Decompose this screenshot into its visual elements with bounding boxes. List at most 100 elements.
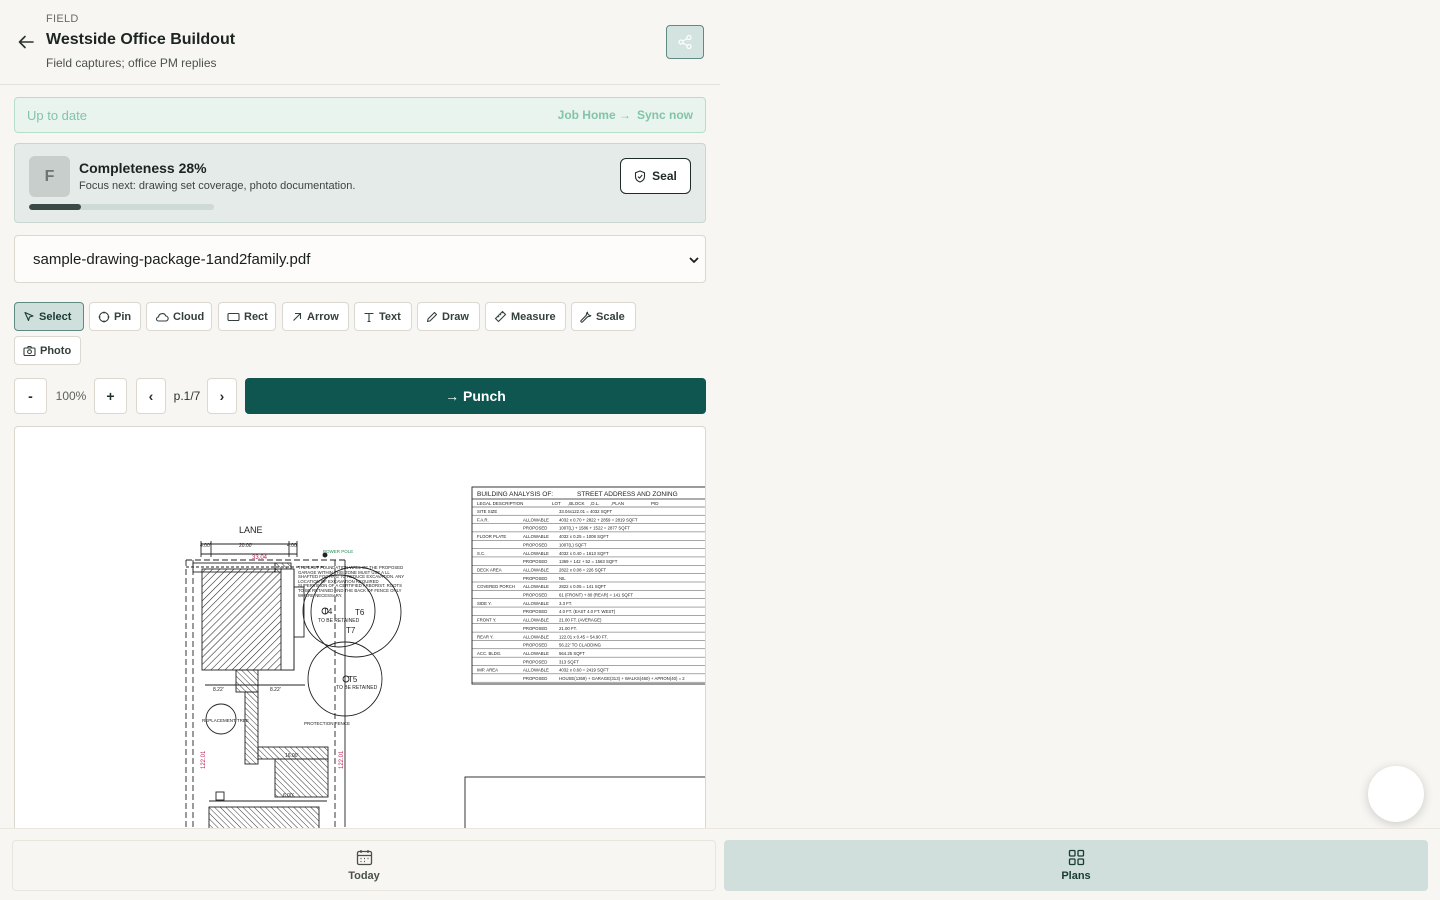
table-cell: PROPOSED (523, 559, 547, 564)
tool-rect[interactable]: Rect (218, 302, 276, 331)
arrow-icon (293, 312, 302, 321)
tool-draw[interactable]: Draw (417, 302, 480, 331)
sync-now-link[interactable]: Sync now (637, 108, 693, 122)
zoom-out-button[interactable]: - (14, 378, 47, 414)
tool-text[interactable]: Text (354, 302, 412, 331)
pin-icon (98, 311, 110, 322)
table-cell: PROPOSED (523, 643, 547, 648)
page-header: FIELD Westside Office Buildout Field cap… (0, 0, 720, 85)
page-subtitle: Field captures; office PM replies (46, 56, 217, 70)
tool-measure[interactable]: Measure (485, 302, 566, 331)
tab-today[interactable]: Today (12, 840, 716, 891)
protection-fence-label: PROTECTION FENCE (304, 721, 350, 726)
tool-label: Select (39, 310, 72, 323)
table-cell: 1369 + 142 + 52 = 1563 SQFT (559, 559, 618, 564)
rect-icon (227, 312, 240, 321)
job-home-link[interactable]: Job Home → (558, 108, 631, 122)
dim-top-mid: 20.00' (239, 543, 253, 549)
svg-text:6.00': 6.00' (283, 793, 294, 799)
next-page-button[interactable]: › (207, 378, 237, 414)
tool-select[interactable]: Select (14, 302, 84, 331)
share-icon (678, 34, 692, 50)
tool-label: Measure (511, 310, 556, 323)
table-cell: F.A.R. (477, 517, 489, 522)
table-cell: HOUSE(1369) + GARAGE(313) + WALKS(460) +… (559, 676, 685, 681)
lane-label: LANE (239, 525, 263, 535)
table-cell: ALLOWABLE (523, 651, 549, 656)
grid-icon (1068, 849, 1084, 866)
completeness-title: Completeness 28% (79, 160, 207, 176)
table-cell: FLOOR PLATE (477, 534, 506, 539)
tool-photo[interactable]: Photo (14, 336, 81, 365)
tree-t7: T7 (346, 626, 356, 635)
tool-label: Photo (40, 344, 72, 357)
zoom-in-button[interactable]: + (94, 378, 127, 414)
table-header-cell: PID (651, 501, 659, 506)
sync-status-bar: Up to date Job Home → Sync now (14, 97, 706, 133)
table-cell: NIL (559, 576, 566, 581)
table-header-cell: ,D.L. (590, 501, 600, 506)
back-button[interactable] (14, 31, 38, 53)
punch-button[interactable]: → Punch (245, 378, 706, 414)
table-cell: PROPOSED (523, 626, 547, 631)
tree-t5: T5 (348, 675, 358, 684)
grade-badge: F (29, 156, 70, 197)
table-cell: ALLOWABLE (523, 601, 549, 606)
table-cell: 4032 x 0.40 = 1613 SQFT (559, 551, 609, 556)
camera-icon (23, 345, 36, 356)
table-cell: ALLOWABLE (523, 584, 549, 589)
table-cell: ALLOWABLE (523, 534, 549, 539)
tool-cloud[interactable]: Cloud (146, 302, 212, 331)
table-cell: 4032 x 0.25 = 1008 SQFT (559, 534, 609, 539)
main-panel: FIELD Westside Office Buildout Field cap… (0, 0, 720, 828)
table-cell: 2822 x 0.05 = 141 SQFT (559, 584, 607, 589)
table-subtitle: STREET ADDRESS AND ZONING (577, 491, 678, 498)
table-cell: 122.01 x 0.45 = 54.90 FT. (559, 634, 608, 639)
table-cell: S.C. (477, 551, 485, 556)
selected-file-name: sample-drawing-package-1and2family.pdf (33, 251, 311, 268)
floating-action-button[interactable] (1368, 766, 1424, 822)
drawing-file-select[interactable]: sample-drawing-package-1and2family.pdf (14, 235, 706, 283)
table-cell: DECK AREA (477, 567, 502, 572)
plan-viewer[interactable]: LANE 4.00' 20.00' 4.00' 33.04 8.22' 8.22… (14, 426, 706, 828)
table-title: BUILDING ANALYSIS OF: (477, 491, 553, 498)
prev-page-button[interactable]: ‹ (136, 378, 166, 414)
tool-label: Arrow (307, 310, 339, 323)
table-cell: SIDE Y. (477, 601, 492, 606)
text-icon (364, 312, 374, 322)
table-cell: REAR Y. (477, 634, 494, 639)
table-header-cell: ,PLAN (611, 501, 624, 506)
table-cell: 564.25 SQFT (559, 651, 585, 656)
completeness-progress (29, 204, 214, 210)
table-cell: ACC. BLDG. (477, 651, 501, 656)
bottom-navigation: Today Plans (0, 828, 1440, 900)
tool-arrow[interactable]: Arrow (282, 302, 349, 331)
replacement-tree-label: REPLACEMENT TREE (202, 718, 249, 723)
table-cell: 1007(L) SQFT (559, 542, 587, 547)
tool-label: Draw (442, 310, 469, 323)
site-plan: LANE 4.00' 20.00' 4.00' 33.04 8.22' 8.22… (185, 525, 404, 828)
tool-label: Rect (244, 310, 268, 323)
plan-drawing[interactable]: LANE 4.00' 20.00' 4.00' 33.04 8.22' 8.22… (15, 427, 706, 828)
completeness-description: Focus next: drawing set coverage, photo … (79, 180, 356, 192)
seal-button[interactable]: Seal (620, 158, 691, 194)
share-button[interactable] (666, 25, 704, 59)
table-cell: 4.0 FT. (EAST 4.0 FT. WEST) (559, 609, 616, 614)
table-cell: FRONT Y. (477, 618, 496, 623)
sync-status-text: Up to date (27, 108, 87, 123)
tool-scale[interactable]: Scale (571, 302, 636, 331)
tool-pin[interactable]: Pin (89, 302, 141, 331)
tool-label: Text (379, 310, 401, 323)
arrow-left-icon (18, 35, 34, 49)
tab-today-label: Today (348, 870, 380, 882)
table-cell: PROPOSED (523, 676, 547, 681)
chevron-down-icon (689, 257, 699, 263)
tab-plans[interactable]: Plans (724, 840, 1428, 891)
table-cell: PROPOSED (523, 659, 547, 664)
retained-label-1: TO BE RETAINED (318, 618, 360, 624)
table-cell: PROPOSED (523, 593, 547, 598)
zoom-level: 100% (55, 389, 87, 403)
table-cell: ALLOWABLE (523, 634, 549, 639)
tree-t6: T6 (355, 608, 365, 617)
page-title: Westside Office Buildout (46, 31, 236, 48)
